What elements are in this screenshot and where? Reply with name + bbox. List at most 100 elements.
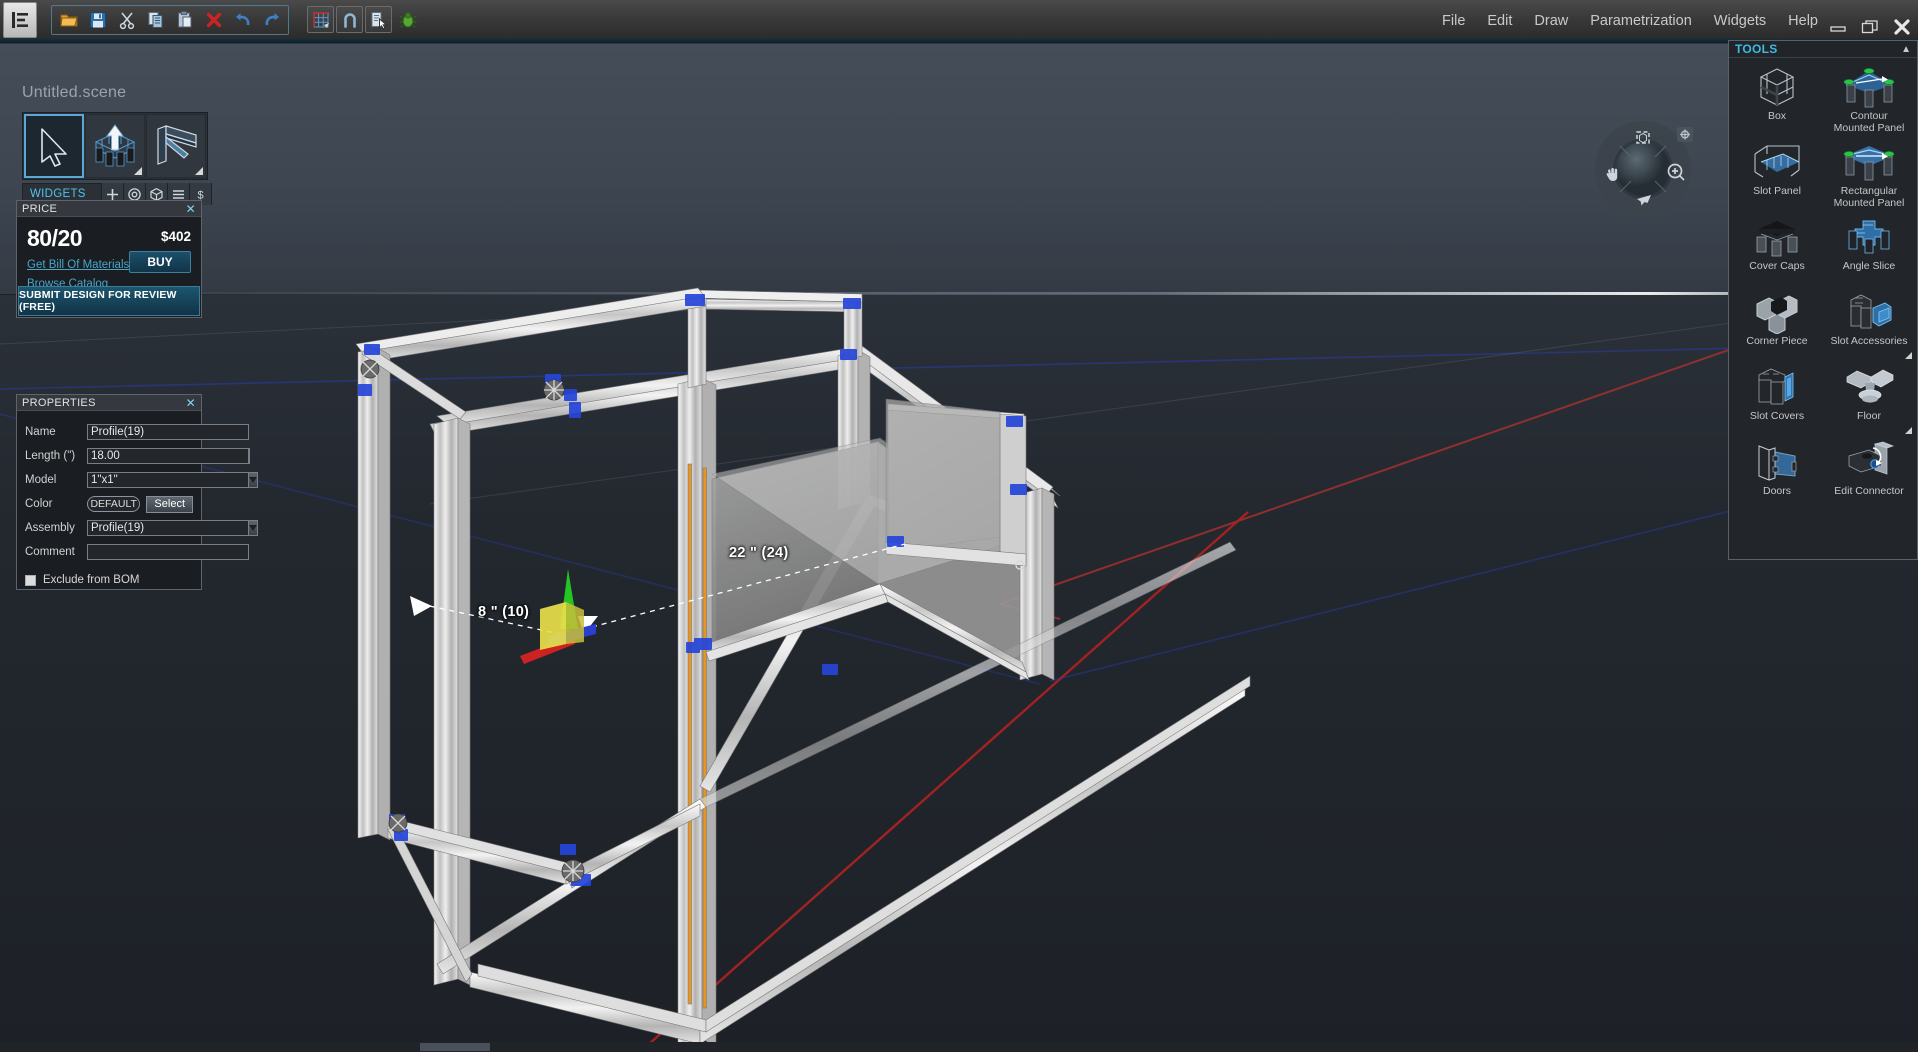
comment-input[interactable] bbox=[87, 544, 249, 560]
dim-width: 8 " (10) bbox=[478, 604, 530, 620]
tile-move[interactable] bbox=[85, 114, 145, 178]
mode-tile-row bbox=[22, 112, 208, 180]
copy-icon[interactable] bbox=[142, 6, 169, 33]
open-icon[interactable] bbox=[55, 6, 82, 33]
tool-label: Cover Caps bbox=[1749, 260, 1805, 272]
menu-item-file[interactable]: File bbox=[1442, 13, 1465, 29]
tile-profile[interactable] bbox=[146, 114, 206, 178]
view-toolgroup bbox=[303, 5, 425, 35]
minimize-icon[interactable] bbox=[1828, 20, 1848, 39]
tool-cover-caps[interactable]: Cover Caps bbox=[1731, 212, 1823, 287]
tool-floor[interactable]: Floor bbox=[1823, 362, 1915, 437]
length-stepper[interactable] bbox=[249, 448, 250, 464]
rect-panel-icon bbox=[1840, 139, 1898, 185]
assembly-label: Assembly bbox=[25, 522, 75, 534]
submit-design-button[interactable]: SUBMIT DESIGN FOR REVIEW (FREE) bbox=[18, 286, 200, 316]
menu-bar: File Edit Draw Parametrization Widgets H… bbox=[1442, 13, 1818, 29]
submenu-indicator-icon bbox=[1905, 352, 1912, 359]
tool-angle-slice[interactable]: Angle Slice bbox=[1823, 212, 1915, 287]
widgets-label: WIDGETS bbox=[30, 188, 86, 200]
menu-item-edit[interactable]: Edit bbox=[1487, 13, 1512, 29]
app-logo-icon[interactable] bbox=[3, 1, 37, 38]
tool-doors[interactable]: Doors bbox=[1731, 437, 1823, 512]
tool-slot-panel[interactable]: Slot Panel bbox=[1731, 137, 1823, 212]
assembly-select-value[interactable] bbox=[87, 520, 249, 536]
menu-item-parametrization[interactable]: Parametrization bbox=[1590, 13, 1692, 29]
window-controls bbox=[1828, 18, 1912, 41]
price-amount: $402 bbox=[160, 229, 191, 244]
price-panel-title: PRICE bbox=[22, 202, 58, 215]
menu-item-help[interactable]: Help bbox=[1788, 13, 1818, 29]
submenu-indicator-icon bbox=[195, 167, 203, 175]
tool-corner-piece[interactable]: Corner Piece bbox=[1731, 287, 1823, 362]
exclude-from-bom-label: Exclude from BOM bbox=[43, 574, 140, 586]
close-icon[interactable] bbox=[1892, 18, 1912, 41]
submenu-indicator-icon bbox=[134, 167, 142, 175]
restore-icon[interactable] bbox=[1860, 19, 1880, 40]
delete-icon[interactable] bbox=[200, 6, 227, 33]
navigation-gizmo[interactable] bbox=[1593, 119, 1693, 219]
tool-label: Edit Connector bbox=[1834, 485, 1904, 497]
gizmo-settings-icon bbox=[1677, 127, 1693, 142]
slot-accessories-icon bbox=[1841, 289, 1897, 335]
tool-edit-connector[interactable]: Edit Connector bbox=[1823, 437, 1915, 512]
grid-icon[interactable] bbox=[307, 6, 334, 33]
tool-label: Contour Mounted Panel bbox=[1833, 110, 1905, 134]
color-select-button[interactable]: Select bbox=[146, 495, 193, 513]
tool-slot-accessories[interactable]: Slot Accessories bbox=[1823, 287, 1915, 362]
exclude-from-bom-checkbox[interactable] bbox=[25, 574, 36, 586]
color-label: Color bbox=[25, 498, 53, 510]
tool-label: Rectangular Mounted Panel bbox=[1833, 185, 1905, 209]
properties-panel-header: PROPERTIES ✕ bbox=[17, 395, 201, 411]
corner-piece-icon bbox=[1751, 289, 1803, 335]
save-icon[interactable] bbox=[84, 6, 111, 33]
scrollbar-thumb[interactable] bbox=[420, 1043, 490, 1051]
price-panel-body: 80/20 $402 Get Bill Of Materials Browse … bbox=[17, 217, 201, 290]
contour-panel-icon bbox=[1840, 64, 1898, 110]
application-window: File Edit Draw Parametrization Widgets H… bbox=[0, 0, 1918, 1052]
angle-slice-icon bbox=[1841, 214, 1897, 260]
tool-slot-covers[interactable]: Slot Covers bbox=[1731, 362, 1823, 437]
slot-covers-icon bbox=[1751, 364, 1803, 410]
paste-icon[interactable] bbox=[171, 6, 198, 33]
tool-label: Box bbox=[1767, 110, 1787, 122]
tile-select[interactable] bbox=[24, 114, 84, 178]
tool-box[interactable]: Box bbox=[1731, 62, 1823, 137]
magnet-icon[interactable] bbox=[336, 6, 363, 33]
bug-icon[interactable] bbox=[394, 6, 421, 33]
close-icon[interactable]: ✕ bbox=[186, 397, 196, 409]
name-input[interactable] bbox=[87, 424, 249, 440]
chevron-down-icon[interactable] bbox=[249, 472, 258, 488]
tool-label: Slot Accessories bbox=[1830, 335, 1908, 347]
tool-rectangular-mounted-panel[interactable]: Rectangular Mounted Panel bbox=[1823, 137, 1915, 212]
slot-panel-icon bbox=[1749, 139, 1805, 185]
name-label: Name bbox=[25, 426, 56, 438]
tool-label: Angle Slice bbox=[1842, 260, 1896, 272]
chevron-down-icon[interactable] bbox=[249, 520, 258, 536]
horizontal-scrollbar[interactable] bbox=[0, 1042, 1918, 1052]
3d-viewport[interactable]: Untitled.scene 8 " (10) 22 " (24) WIDGET… bbox=[0, 44, 1918, 1052]
model-label: Model bbox=[25, 474, 57, 486]
select-pointer-icon[interactable] bbox=[365, 6, 392, 33]
length-input[interactable] bbox=[87, 448, 249, 464]
comment-label: Comment bbox=[25, 546, 75, 558]
cut-icon[interactable] bbox=[113, 6, 140, 33]
viewport-background-lower bbox=[0, 295, 1918, 1052]
undo-icon[interactable] bbox=[229, 6, 256, 33]
color-value-pill: DEFAULT bbox=[87, 496, 141, 512]
scene-title: Untitled.scene bbox=[22, 84, 127, 101]
property-row-name: Name bbox=[17, 420, 249, 444]
menu-item-widgets[interactable]: Widgets bbox=[1714, 13, 1766, 29]
properties-panel-title: PROPERTIES bbox=[22, 396, 96, 409]
buy-button[interactable]: BUY bbox=[129, 251, 191, 273]
chevron-up-icon[interactable]: ▲ bbox=[1901, 44, 1911, 55]
price-panel-header: PRICE ✕ bbox=[17, 201, 201, 217]
tool-label: Slot Covers bbox=[1749, 410, 1805, 422]
submenu-indicator-icon bbox=[1905, 427, 1912, 434]
close-icon[interactable]: ✕ bbox=[186, 203, 196, 215]
properties-fields: Name Length (") Model Color bbox=[17, 411, 258, 592]
redo-icon[interactable] bbox=[258, 6, 285, 33]
model-select-value[interactable] bbox=[87, 472, 249, 488]
tool-contour-mounted-panel[interactable]: Contour Mounted Panel bbox=[1823, 62, 1915, 137]
menu-item-draw[interactable]: Draw bbox=[1534, 13, 1568, 29]
